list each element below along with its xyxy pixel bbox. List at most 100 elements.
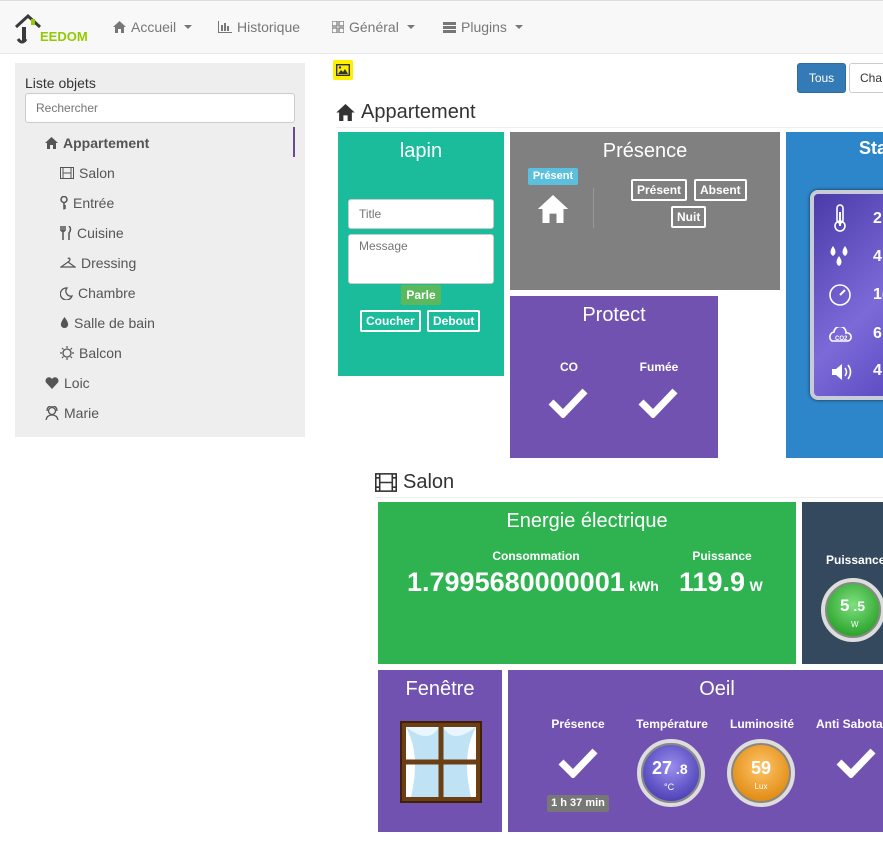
power-label: Puissance (692, 549, 752, 563)
sidebar-item-appartement[interactable]: Appartement (45, 135, 149, 151)
title-input[interactable] (348, 199, 494, 229)
presence-duration-badge: 1 h 37 min (547, 795, 609, 812)
list-icon (443, 21, 456, 33)
widget-title: Oeil (699, 678, 735, 700)
sidebar-item-entree[interactable]: Entrée (60, 195, 114, 211)
chevron-down-icon (514, 25, 523, 29)
image-toggle-button[interactable] (333, 60, 353, 80)
window-icon (400, 721, 482, 803)
sidebar-item-salon[interactable]: Salon (60, 165, 115, 181)
humidity-icon (830, 246, 848, 266)
sidebar-item-cuisine[interactable]: Cuisine (60, 225, 124, 241)
thermometer-icon (834, 204, 846, 232)
widget-station: Sta CO2 2 4 1( 6 4 (786, 132, 883, 458)
temperature-value: 2 (873, 210, 882, 227)
pressure-icon (829, 284, 851, 306)
power-label: Puissance (826, 553, 883, 567)
sidebar-item-chambre[interactable]: Chambre (60, 285, 136, 301)
temperature-label: Température (636, 717, 708, 731)
pressure-value: 1( (873, 286, 883, 303)
consumption-value: 1.7995680000001 kWh (407, 567, 659, 597)
film-icon (60, 167, 74, 179)
nav-plugins[interactable]: Plugins (443, 19, 523, 35)
image-icon (336, 64, 350, 76)
svg-text:CO2: CO2 (835, 336, 848, 342)
search-input[interactable] (25, 93, 295, 123)
home-icon (45, 137, 58, 149)
co2-value: 6 (873, 325, 882, 342)
nav-general[interactable]: Général (332, 19, 415, 35)
sidebar-item-marie[interactable]: Marie (45, 405, 99, 421)
check-icon (836, 748, 876, 778)
widget-lapin: lapin Parle Coucher Debout (338, 132, 504, 376)
widget-eye: Oeil Présence Température Luminosité Ant… (508, 670, 883, 832)
widget-power: Puissance 5 .5 W (802, 502, 883, 664)
heart-icon (45, 377, 59, 389)
cutlery-icon (60, 226, 72, 240)
key-icon (60, 196, 68, 210)
noise-value: 4 (873, 362, 882, 379)
widget-title: Fenêtre (405, 678, 475, 700)
home-icon (113, 21, 126, 33)
moon-icon (60, 286, 73, 300)
nav-accueil[interactable]: Accueil (113, 19, 193, 35)
smoke-label: Fumée (639, 360, 679, 374)
divider (593, 188, 594, 228)
presence-status-badge: Présent (528, 168, 578, 185)
navbar: EEDOM Accueil Historique Général Plugins (0, 0, 883, 54)
logo-text: EEDOM (40, 29, 88, 44)
volume-icon (832, 364, 852, 380)
sleep-button[interactable]: Coucher (360, 310, 421, 332)
check-icon (558, 748, 598, 778)
widget-protect: Protect CO Fumée (510, 296, 718, 458)
section-title-salon: Salon (375, 471, 454, 494)
luminosity-gauge: 59 Lux (727, 739, 795, 807)
widget-energy: Energie électrique Consommation Puissanc… (378, 502, 796, 664)
co2-icon: CO2 (829, 327, 852, 342)
bar-chart-icon (218, 21, 232, 33)
absent-button[interactable]: Absent (694, 179, 747, 201)
home-icon (537, 195, 569, 223)
check-icon (548, 388, 588, 418)
widget-title: Protect (582, 304, 646, 326)
chevron-down-icon (406, 25, 415, 29)
co-label: CO (560, 360, 578, 374)
sidebar-active-marker (293, 127, 295, 157)
sidebar-title: Liste objets (25, 75, 96, 91)
section-divider (336, 127, 883, 128)
film-icon (375, 473, 397, 492)
presence-label: Présence (551, 717, 605, 731)
sidebar-item-balcon[interactable]: Balcon (60, 345, 122, 361)
sidebar-item-salle-de-bain[interactable]: Salle de bain (60, 315, 155, 331)
wake-button[interactable]: Debout (427, 310, 481, 332)
speak-button[interactable]: Parle (401, 285, 441, 305)
sun-icon (60, 346, 74, 360)
woman-icon (45, 406, 59, 420)
present-button[interactable]: Présent (631, 179, 688, 201)
widget-title: lapin (399, 140, 443, 162)
chevron-down-icon (184, 25, 193, 29)
grid-icon (332, 21, 344, 33)
widget-title: Sta (859, 138, 883, 158)
drop-icon (60, 317, 69, 328)
sidebar: Liste objets Appartement Salon Entrée Cu… (15, 63, 305, 437)
logo-house-icon (14, 13, 42, 44)
jeedom-logo[interactable]: EEDOM (14, 13, 88, 47)
nav-historique[interactable]: Historique (218, 19, 300, 35)
hanger-icon (60, 257, 76, 268)
night-button[interactable]: Nuit (671, 206, 707, 228)
luminosity-label: Luminosité (729, 717, 794, 731)
consumption-label: Consommation (492, 549, 580, 563)
filter-other-button[interactable]: Cha (849, 63, 883, 93)
humidity-value: 4 (873, 248, 882, 265)
section-title-appartement: Appartement (336, 101, 476, 124)
temperature-gauge: 27 .8 °C (637, 739, 705, 807)
section-divider (375, 497, 883, 498)
sidebar-item-dressing[interactable]: Dressing (60, 255, 136, 271)
filter-all-button[interactable]: Tous (797, 63, 846, 93)
sidebar-item-loic[interactable]: Loic (45, 375, 90, 391)
widget-title: Présence (602, 140, 688, 162)
check-icon (638, 388, 678, 418)
message-input[interactable] (348, 234, 494, 284)
widget-window: Fenêtre (378, 670, 502, 832)
